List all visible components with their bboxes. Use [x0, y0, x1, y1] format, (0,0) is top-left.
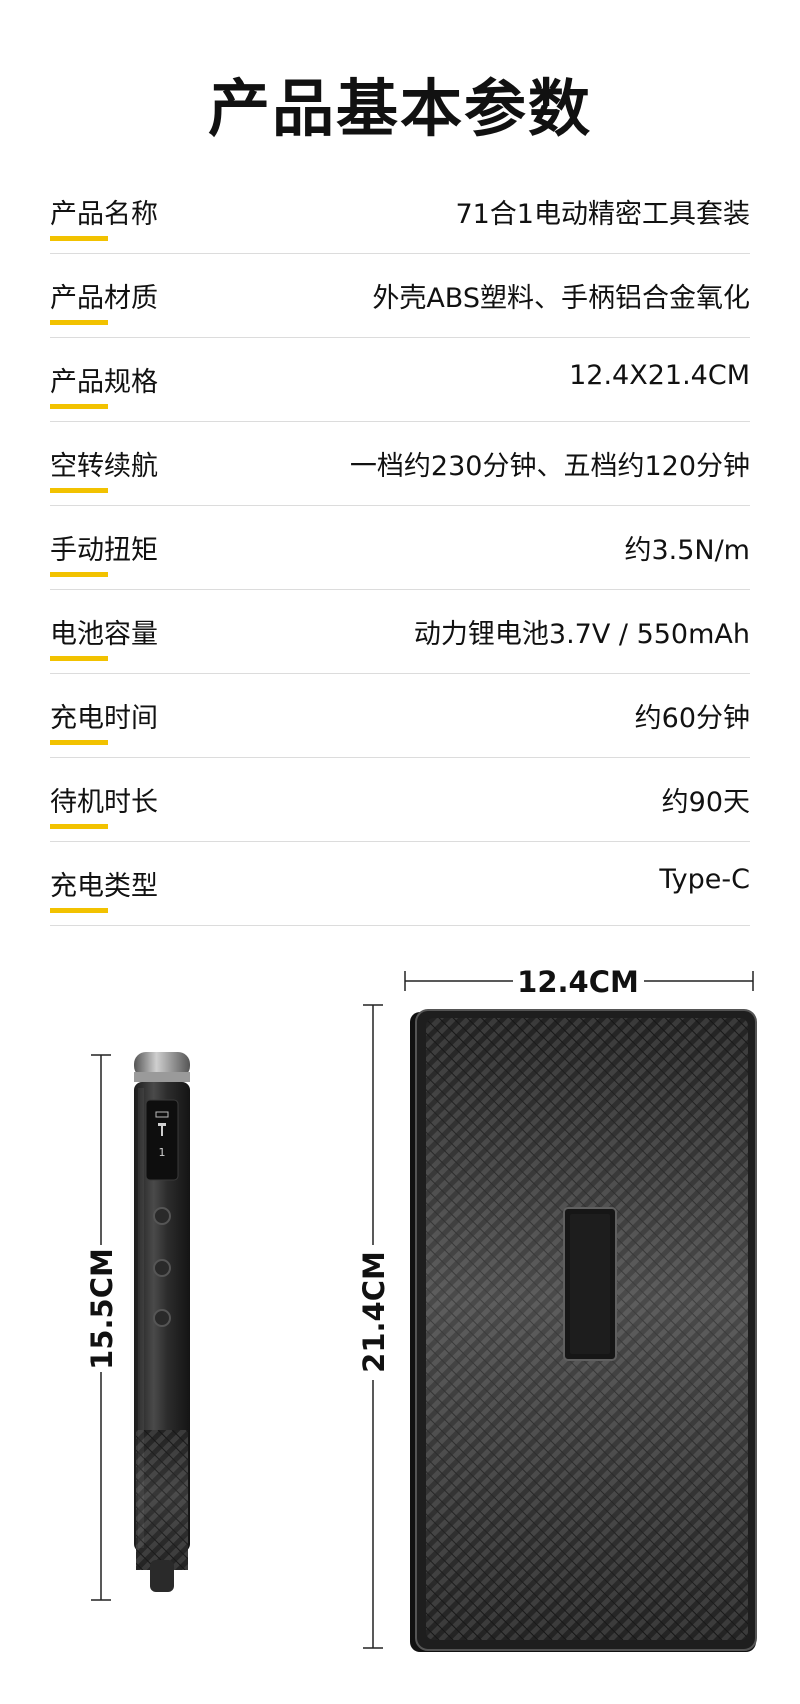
spec-value: 约60分钟	[634, 703, 750, 734]
product-drawing: 15.5CM 1 12.4CM 21.4CM	[85, 965, 757, 1652]
spec-value: 动力锂电池3.7V / 550mAh	[413, 619, 750, 650]
tool-case	[410, 1009, 757, 1652]
accent-bar	[50, 404, 108, 409]
spec-value: 一档约230分钟、五档约120分钟	[349, 451, 750, 482]
spec-label: 空转续航	[50, 451, 158, 482]
spec-label: 手动扭矩	[50, 535, 158, 566]
spec-table: 产品名称 71合1电动精密工具套装 产品材质 外壳ABS塑料、手柄铝合金氧化 产品规…	[50, 170, 750, 926]
spec-row: 充电类型 Type-C	[50, 842, 750, 926]
spec-label: 产品规格	[50, 367, 158, 398]
pen-screen-level: 1	[159, 1146, 166, 1159]
accent-bar	[50, 656, 108, 661]
spec-value: 12.4X21.4CM	[569, 360, 750, 391]
accent-bar	[50, 824, 108, 829]
pen-length-label: 15.5CM	[85, 1248, 119, 1370]
spec-value: 外壳ABS塑料、手柄铝合金氧化	[372, 283, 750, 314]
spec-row: 空转续航 一档约230分钟、五档约120分钟	[50, 422, 750, 506]
accent-bar	[50, 320, 108, 325]
accent-bar	[50, 236, 108, 241]
spec-label: 产品名称	[50, 199, 158, 230]
case-width-dimension: 12.4CM	[404, 965, 754, 999]
screwdriver-pen: 1	[134, 1052, 190, 1592]
accent-bar	[50, 908, 108, 913]
spec-value: 约3.5N/m	[624, 535, 750, 566]
accent-bar	[50, 740, 108, 745]
spec-label: 电池容量	[50, 619, 158, 650]
accent-bar	[50, 488, 108, 493]
spec-row: 产品规格 12.4X21.4CM	[50, 338, 750, 422]
spec-row: 产品材质 外壳ABS塑料、手柄铝合金氧化	[50, 254, 750, 338]
spec-row: 手动扭矩 约3.5N/m	[50, 506, 750, 590]
spec-value: Type-C	[659, 864, 750, 895]
case-width-label: 12.4CM	[517, 965, 639, 999]
accent-bar	[50, 572, 108, 577]
spec-label: 产品材质	[50, 283, 158, 314]
product-illustration: 15.5CM 1 12.4CM 21.4CM	[0, 960, 800, 1700]
spec-row: 产品名称 71合1电动精密工具套装	[50, 170, 750, 254]
spec-value: 71合1电动精密工具套装	[455, 199, 750, 230]
spec-row: 充电时间 约60分钟	[50, 674, 750, 758]
page-title: 产品基本参数	[207, 72, 592, 145]
case-height-label: 21.4CM	[357, 1251, 391, 1373]
spec-row: 待机时长 约90天	[50, 758, 750, 842]
spec-row: 电池容量 动力锂电池3.7V / 550mAh	[50, 590, 750, 674]
spec-value: 约90天	[661, 787, 750, 818]
spec-label: 充电类型	[50, 871, 158, 902]
pen-dimension: 15.5CM	[85, 1054, 119, 1601]
spec-label: 充电时间	[50, 703, 158, 734]
spec-label: 待机时长	[50, 787, 158, 818]
case-height-dimension: 21.4CM	[357, 1004, 391, 1649]
